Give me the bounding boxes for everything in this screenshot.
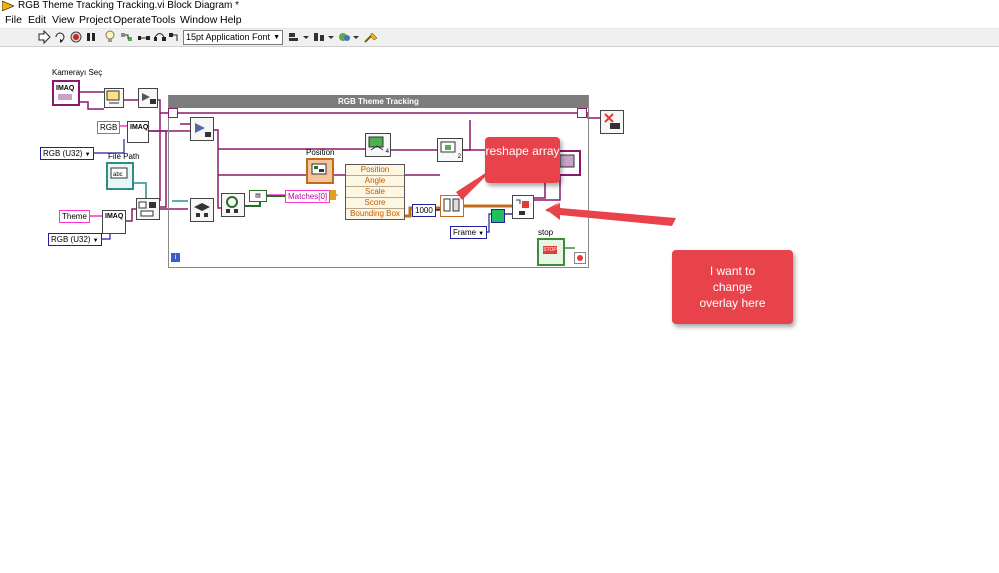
callout-arrows [456,167,676,226]
reshape-array-callout: reshape array [485,137,560,183]
change-overlay-callout: I want to change overlay here [672,250,793,324]
